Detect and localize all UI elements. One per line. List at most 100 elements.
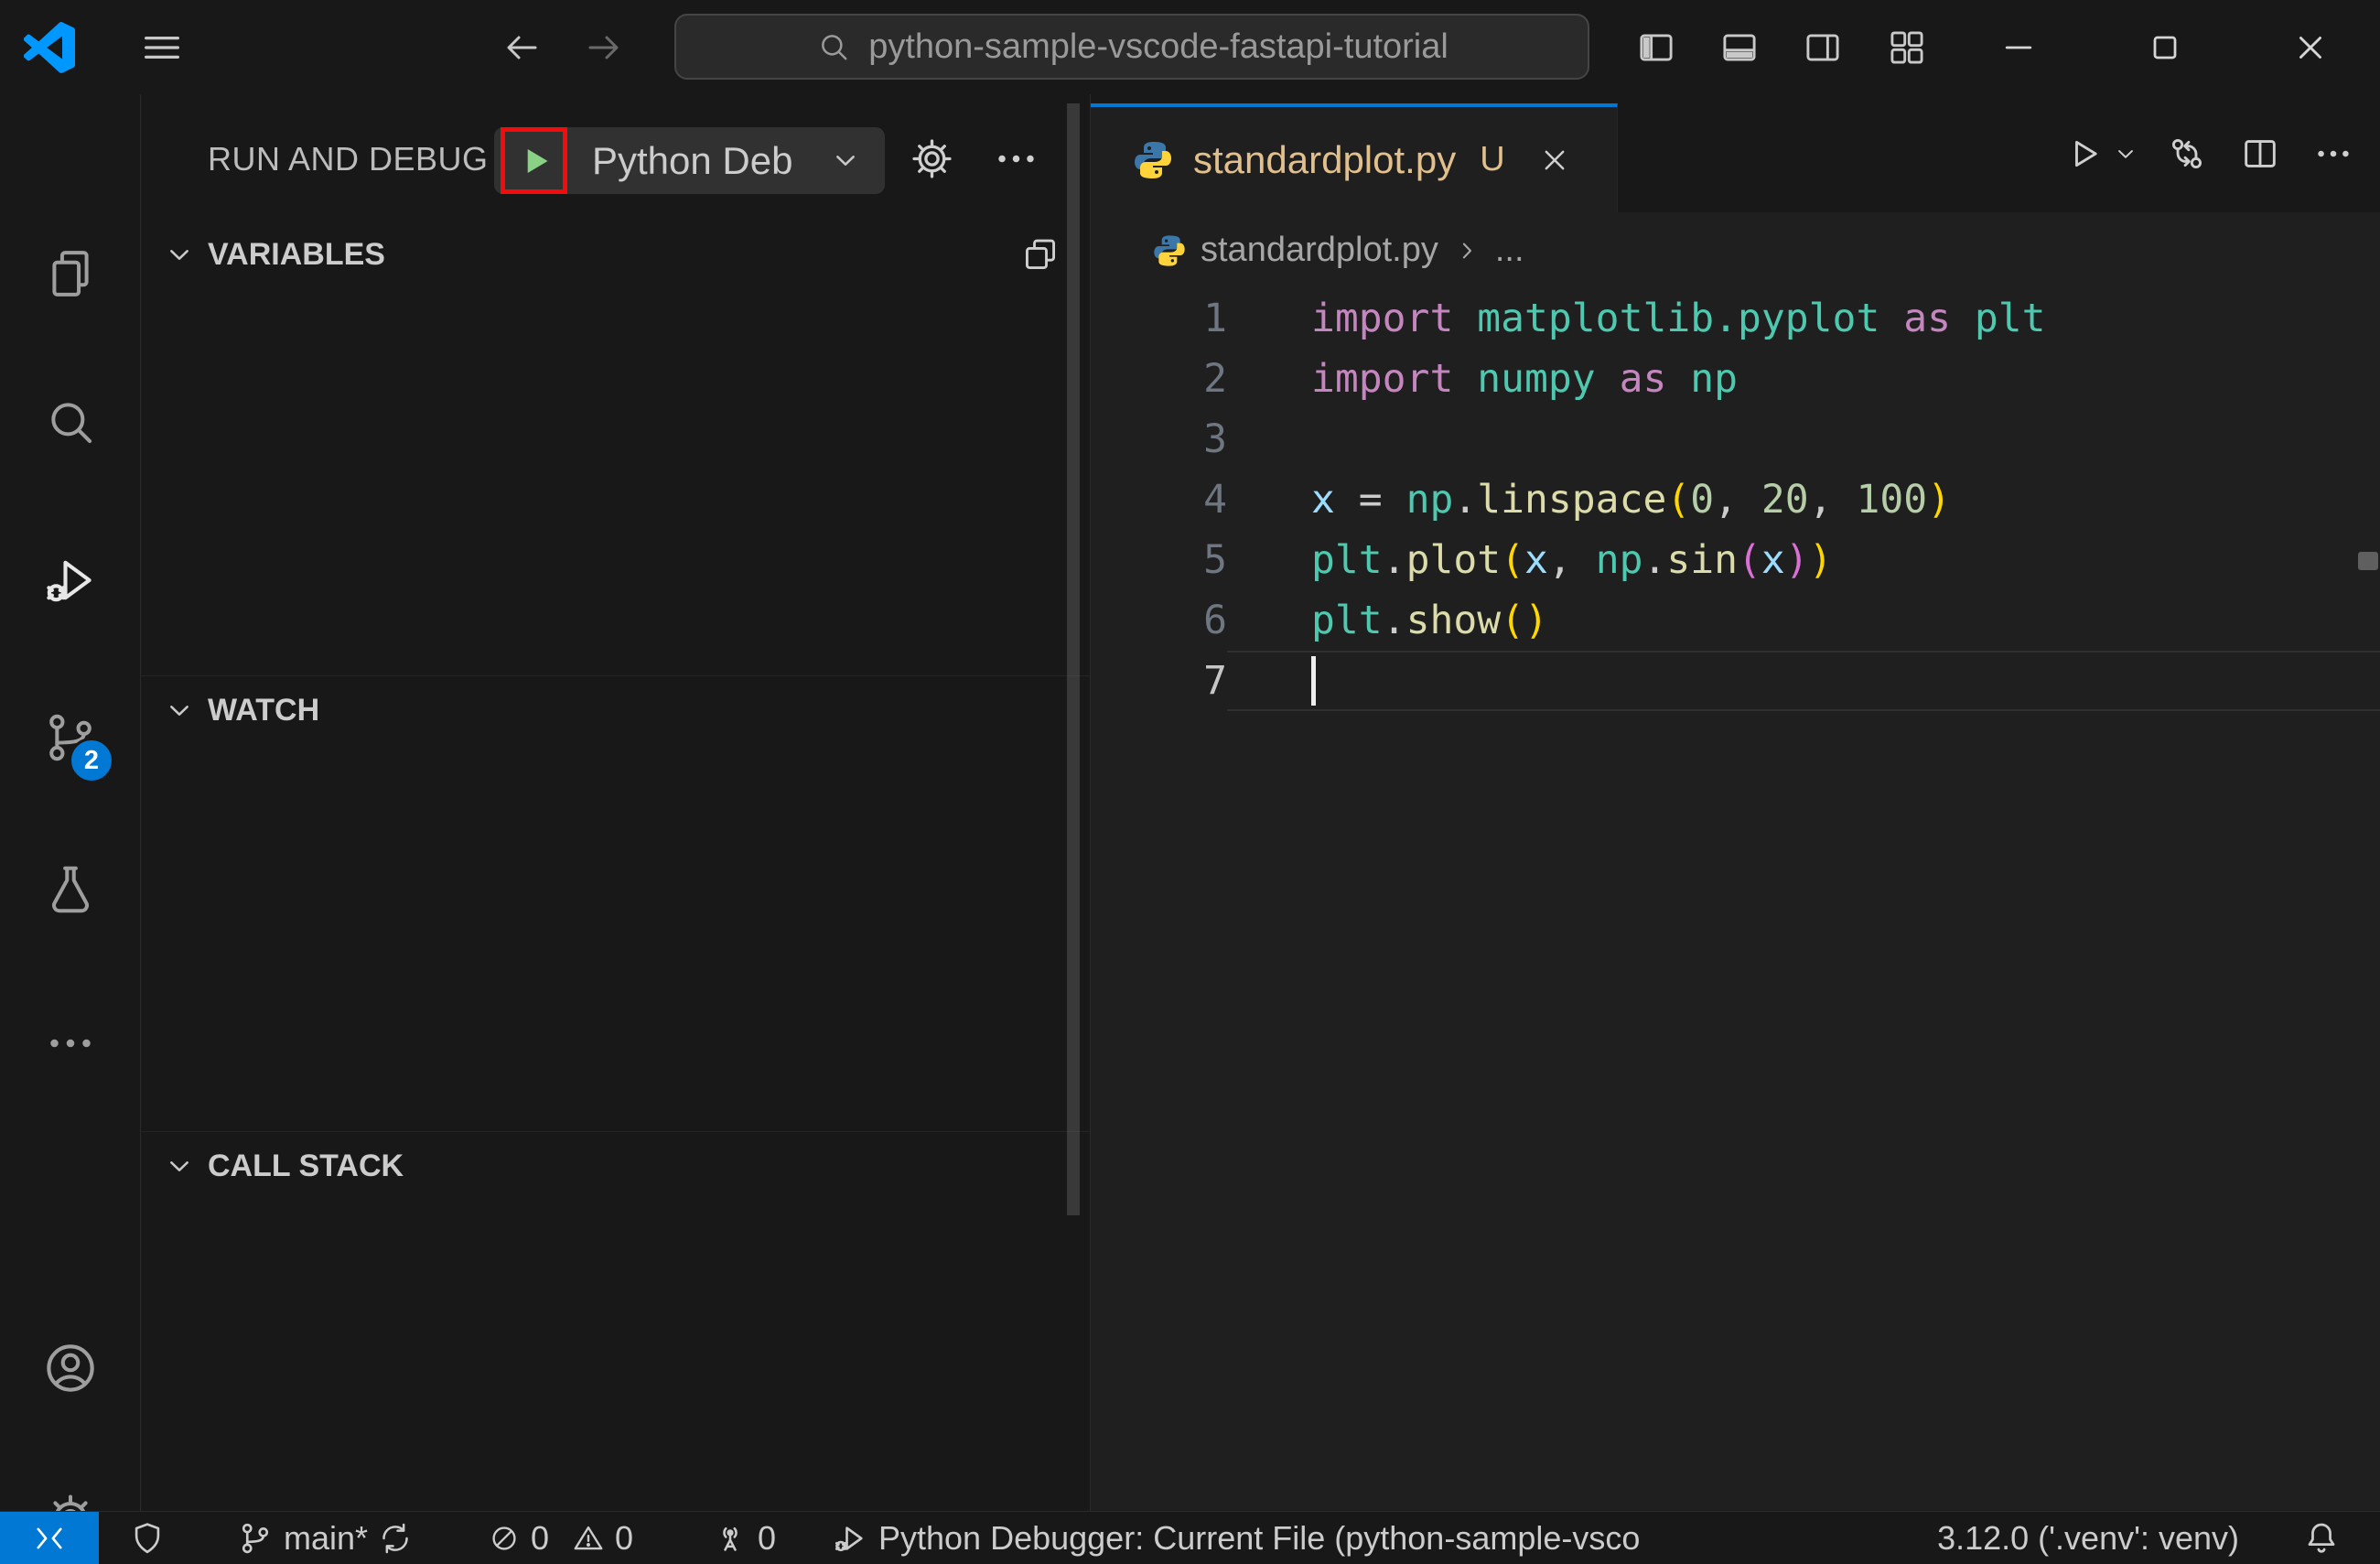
line-number: 3 <box>1203 416 1227 462</box>
chevron-down-icon <box>161 236 198 273</box>
ports-count: 0 <box>758 1519 777 1557</box>
workspace-trust-button[interactable] <box>128 1512 167 1564</box>
editor-group: standardplot.py U standardplot.py ... 1i… <box>1090 94 2380 1511</box>
run-dropdown-chevron-icon[interactable] <box>2111 139 2140 168</box>
command-center-search[interactable]: python-sample-vscode-fastapi-tutorial <box>674 14 1589 80</box>
line-content[interactable]: x = np. linspace(0, 20, 100) <box>1227 469 2380 530</box>
ellipsis-icon <box>50 1039 91 1048</box>
debug-config-label[interactable]: Python Deb <box>592 127 792 194</box>
run-python-file-button[interactable] <box>2062 133 2104 175</box>
git-branch-icon <box>242 1523 269 1554</box>
line-content[interactable]: plt. show() <box>1227 590 2380 651</box>
account-button[interactable] <box>0 1310 141 1427</box>
maximize-button[interactable] <box>2124 0 2206 94</box>
code-line[interactable]: 7 <box>1091 651 2380 711</box>
breadcrumb: standardplot.py ... <box>1091 212 2380 288</box>
code-line[interactable]: 4x = np. linspace(0, 20, 100) <box>1091 469 2380 530</box>
editor-scrollbar[interactable] <box>2358 552 2378 570</box>
tab-close-icon[interactable] <box>1536 142 1573 178</box>
vscode-logo <box>24 22 75 73</box>
branch-status[interactable]: main* <box>236 1512 414 1564</box>
sidebar-more-actions-icon[interactable] <box>992 135 1040 183</box>
code-line[interactable]: 1 import matplotlib.pyplot as plt <box>1091 288 2380 349</box>
tab-modified-indicator: U <box>1480 140 1505 178</box>
text-cursor <box>1311 656 1316 706</box>
sidebar-title: RUN AND DEBUG <box>208 140 489 178</box>
line-number: 4 <box>1203 477 1227 523</box>
sidebar-item-more[interactable] <box>0 985 141 1102</box>
warning-icon <box>574 1526 603 1550</box>
remote-icon <box>37 1527 62 1549</box>
tab-standardplot[interactable]: standardplot.py U <box>1091 103 1618 212</box>
command-center-text: python-sample-vscode-fastapi-tutorial <box>868 27 1448 66</box>
breadcrumb-file[interactable]: standardplot.py <box>1201 231 1438 270</box>
radio-tower-icon <box>723 1526 738 1551</box>
menu-icon[interactable] <box>130 0 194 94</box>
ports-status[interactable]: 0 <box>712 1512 776 1564</box>
annotation-highlight <box>501 127 567 194</box>
forward-arrow-icon[interactable] <box>576 0 631 94</box>
sidebar-item-explorer[interactable] <box>0 215 141 332</box>
customize-layout-icon[interactable] <box>1879 0 1934 94</box>
close-button[interactable] <box>2269 0 2352 94</box>
chevron-down-icon <box>161 1148 198 1184</box>
activity-bar: 2 BR <box>0 94 141 1564</box>
back-arrow-icon[interactable] <box>494 0 549 94</box>
line-content[interactable]: plt. plot(x, np. sin(x)) <box>1227 530 2380 590</box>
bell-icon <box>2308 1523 2335 1553</box>
editor-more-actions-icon[interactable] <box>2312 133 2354 175</box>
tab-label: standardplot.py <box>1193 137 1457 181</box>
error-count: 0 <box>531 1519 550 1557</box>
debug-icon <box>835 1526 863 1552</box>
debugger-status-text: Python Debugger: Current File (python-sa… <box>878 1519 1641 1557</box>
line-number: 6 <box>1203 598 1227 643</box>
vscode-window: python-sample-vscode-fastapi-tutorial 2 … <box>0 0 2380 1564</box>
code-lines: 1 import matplotlib.pyplot as plt 2 import … <box>1091 288 2380 711</box>
branch-name: main* <box>284 1519 369 1557</box>
toggle-sidebar-icon[interactable] <box>1629 0 1684 94</box>
toggle-panel-icon[interactable] <box>1712 0 1767 94</box>
debugger-status[interactable]: Python Debugger: Current File (python-sa… <box>831 1512 1709 1564</box>
breadcrumb-symbol[interactable]: ... <box>1495 231 1524 270</box>
sidebar-item-search[interactable] <box>0 363 141 480</box>
section-header-call-stack[interactable]: CALL STACK <box>141 1131 1090 1200</box>
section-label: VARIABLES <box>208 236 385 272</box>
line-content[interactable]: import matplotlib.pyplot as plt <box>1227 288 2380 349</box>
error-icon <box>492 1526 516 1550</box>
problems-status[interactable]: 0 0 <box>487 1512 633 1564</box>
line-content[interactable] <box>1227 651 2380 711</box>
line-content[interactable]: import numpy as np <box>1227 349 2380 409</box>
chevron-down-icon <box>827 142 864 178</box>
line-number: 1 <box>1203 296 1227 341</box>
sidebar-item-run-debug[interactable] <box>0 522 141 639</box>
python-interpreter-status[interactable]: 3.12.0 ('.venv': venv) <box>1937 1512 2239 1564</box>
python-icon <box>1135 141 1171 178</box>
watch-body <box>141 744 1090 1131</box>
chevron-right-icon <box>1451 235 1482 266</box>
title-bar: python-sample-vscode-fastapi-tutorial <box>0 0 2380 94</box>
code-line[interactable]: 6 plt. show() <box>1091 590 2380 651</box>
line-content[interactable] <box>1227 409 2380 469</box>
compare-changes-icon[interactable] <box>2166 133 2208 175</box>
sidebar-item-testing[interactable] <box>0 831 141 948</box>
code-editor[interactable]: 1 import matplotlib.pyplot as plt 2 import … <box>1091 288 2380 1511</box>
remote-indicator[interactable] <box>0 1512 99 1564</box>
section-header-variables[interactable]: VARIABLES <box>141 220 1090 288</box>
toggle-secondary-sidebar-icon[interactable] <box>1795 0 1850 94</box>
debug-settings-gear-icon[interactable] <box>908 135 956 183</box>
code-line[interactable]: 5 plt. plot(x, np. sin(x)) <box>1091 530 2380 590</box>
copy-icon[interactable] <box>1019 233 1061 275</box>
split-editor-icon[interactable] <box>2239 133 2281 175</box>
notifications-button[interactable] <box>2301 1512 2342 1564</box>
section-header-watch[interactable]: WATCH <box>141 675 1090 744</box>
search-icon <box>822 35 847 60</box>
run-debug-icon <box>47 560 92 602</box>
shield-icon <box>135 1523 160 1554</box>
run-debug-sidebar: RUN AND DEBUG Python Deb VARIABLES WATCH <box>141 94 1090 1511</box>
code-line[interactable]: 3 <box>1091 409 2380 469</box>
code-line[interactable]: 2 import numpy as np <box>1091 349 2380 409</box>
minimize-button[interactable] <box>1977 0 2060 94</box>
beaker-icon <box>52 866 89 913</box>
sidebar-scrollbar[interactable] <box>1067 103 1080 1215</box>
sidebar-item-source-control[interactable] <box>0 679 141 796</box>
